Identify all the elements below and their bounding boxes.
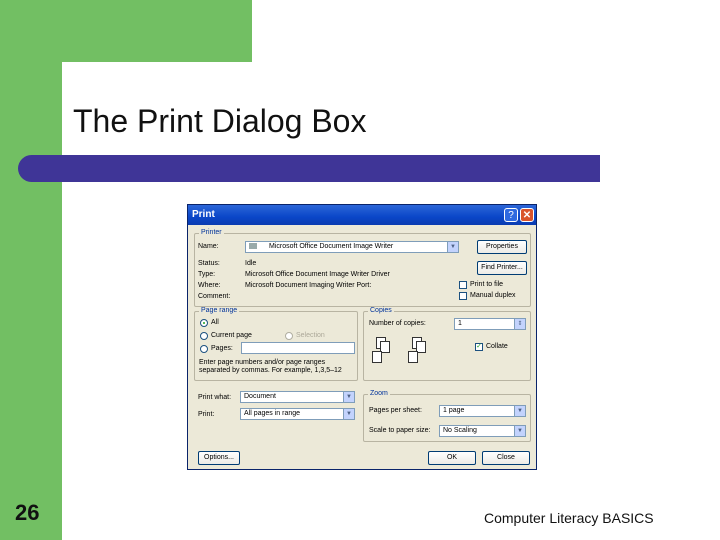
print-to-file-checkbox[interactable] [459, 281, 467, 289]
copies-group: Copies Number of copies: 1 ⇕ ✓ Collate [363, 307, 531, 381]
collate-label: Collate [486, 343, 508, 350]
chevron-down-icon: ▼ [514, 406, 525, 416]
collate-checkbox[interactable]: ✓ [475, 343, 483, 351]
print-to-file-label: Print to file [470, 281, 504, 288]
slide-footer: Computer Literacy BASICS [484, 510, 654, 526]
printer-name-value: Microsoft Office Document Image Writer [269, 243, 394, 250]
chevron-down-icon: ▼ [514, 426, 525, 436]
type-value: Microsoft Office Document Image Writer D… [245, 271, 390, 278]
where-label: Where: [198, 282, 221, 289]
page-range-help-text: Enter page numbers and/or page ranges se… [199, 359, 342, 374]
print-label: Print: [198, 411, 215, 418]
number-of-copies-stepper[interactable]: 1 ⇕ [454, 318, 526, 330]
type-label: Type: [198, 271, 216, 278]
scale-to-paper-value: No Scaling [443, 427, 477, 434]
pages-per-sheet-label: Pages per sheet: [369, 407, 422, 414]
close-button[interactable]: Close [482, 451, 530, 465]
page-range-legend: Page range [199, 307, 240, 314]
print-what-value: Document [244, 393, 276, 400]
chevron-down-icon: ▼ [343, 392, 354, 402]
all-radio[interactable] [200, 319, 208, 327]
scale-to-paper-label: Scale to paper size: [369, 427, 431, 434]
pages-input[interactable] [241, 342, 355, 354]
dialog-titlebar[interactable]: Print ? ✕ [188, 205, 536, 225]
properties-button[interactable]: Properties [477, 240, 527, 254]
number-of-copies-value: 1 [458, 320, 462, 327]
slide-title-underline-bar [18, 155, 600, 182]
printer-icon [249, 243, 257, 250]
zoom-group: Zoom Pages per sheet: 1 page ▼ Scale to … [363, 390, 531, 442]
print-dialog: Print ? ✕ Printer Name: Microsoft Office… [187, 204, 537, 470]
pages-per-sheet-value: 1 page [443, 407, 465, 414]
all-label: All [211, 319, 219, 326]
zoom-legend: Zoom [368, 390, 390, 397]
manual-duplex-checkbox[interactable] [459, 292, 467, 300]
close-icon[interactable]: ✕ [520, 208, 534, 222]
slide-corner-curve [62, 62, 102, 102]
spinner-icon: ⇕ [514, 319, 525, 329]
status-label: Status: [198, 260, 220, 267]
selection-label: Selection [296, 332, 325, 339]
printer-name-select[interactable]: Microsoft Office Document Image Writer ▼ [245, 241, 459, 253]
ok-button[interactable]: OK [428, 451, 476, 465]
comment-label: Comment: [198, 293, 231, 300]
chevron-down-icon: ▼ [343, 409, 354, 419]
printer-legend: Printer [199, 229, 224, 236]
collate-page-icon [408, 351, 418, 363]
page-range-group: Page range All Current page Selection Pa… [194, 307, 358, 381]
pages-label: Pages: [211, 345, 233, 352]
print-what-select[interactable]: Document ▼ [240, 391, 355, 403]
help-icon[interactable]: ? [504, 208, 518, 222]
current-page-radio[interactable] [200, 332, 208, 340]
selection-radio[interactable] [285, 332, 293, 340]
print-select[interactable]: All pages in range ▼ [240, 408, 355, 420]
find-printer-button[interactable]: Find Printer... [477, 261, 527, 275]
collate-page-icon [372, 351, 382, 363]
slide-green-band-left [0, 0, 62, 540]
slide-number: 26 [15, 500, 40, 525]
current-page-label: Current page [211, 332, 252, 339]
status-value: Idle [245, 260, 257, 267]
print-what-label: Print what: [198, 394, 232, 401]
chevron-down-icon: ▼ [447, 242, 458, 252]
where-value: Microsoft Document Imaging Writer Port: [245, 282, 372, 289]
printer-group: Printer Name: Microsoft Office Document … [194, 229, 531, 307]
dialog-title: Print [192, 209, 215, 220]
slide-title: The Print Dialog Box [73, 103, 367, 139]
pages-per-sheet-select[interactable]: 1 page ▼ [439, 405, 526, 417]
manual-duplex-label: Manual duplex [470, 292, 516, 299]
scale-to-paper-select[interactable]: No Scaling ▼ [439, 425, 526, 437]
print-value: All pages in range [244, 410, 301, 417]
number-of-copies-label: Number of copies: [369, 320, 426, 327]
printer-name-label: Name: [198, 243, 219, 250]
copies-legend: Copies [368, 307, 394, 314]
options-button[interactable]: Options... [198, 451, 240, 465]
pages-radio[interactable] [200, 345, 208, 353]
